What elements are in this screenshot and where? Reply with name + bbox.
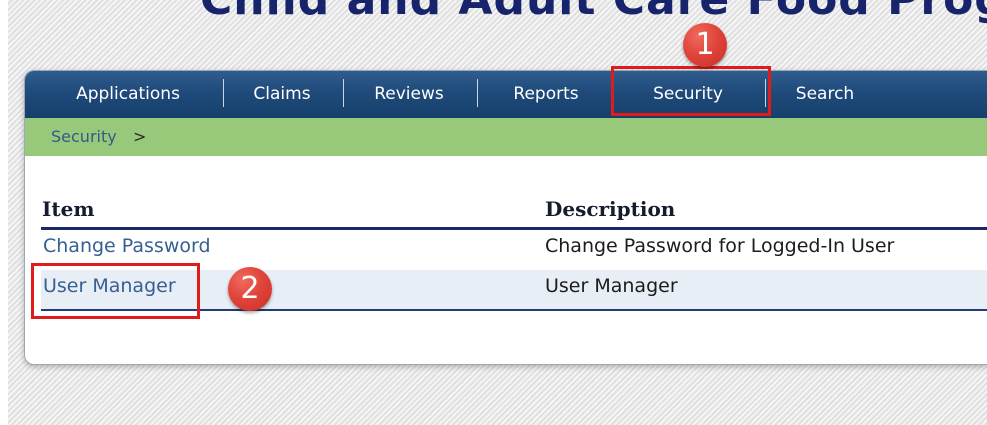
step-1-badge: 1	[683, 23, 727, 67]
nav-divider	[477, 79, 478, 107]
breadcrumb-security-link[interactable]: Security	[51, 127, 117, 146]
security-highlight-box	[611, 66, 771, 116]
column-header-item: Item	[42, 197, 95, 221]
site-title: Child and Adult Care Food Program	[200, 0, 987, 24]
nav-claims[interactable]: Claims	[237, 71, 327, 118]
step-2-badge: 2	[228, 267, 272, 311]
content-panel: Applications Claims Reviews Reports Secu…	[24, 70, 987, 365]
nav-reports[interactable]: Reports	[493, 71, 599, 118]
breadcrumb-separator: >	[133, 127, 147, 146]
user-manager-highlight-box	[31, 263, 200, 319]
nav-divider	[223, 79, 224, 107]
nav-divider	[343, 79, 344, 107]
row-description: Change Password for Logged-In User	[545, 235, 895, 257]
nav-search[interactable]: Search	[777, 71, 873, 118]
column-header-description: Description	[545, 197, 676, 221]
breadcrumb: Security >	[25, 118, 987, 156]
change-password-link[interactable]: Change Password	[43, 235, 211, 257]
nav-applications[interactable]: Applications	[57, 71, 199, 118]
main-nav: Applications Claims Reviews Reports Secu…	[25, 71, 987, 118]
row-description: User Manager	[545, 275, 678, 297]
nav-reviews[interactable]: Reviews	[359, 71, 459, 118]
